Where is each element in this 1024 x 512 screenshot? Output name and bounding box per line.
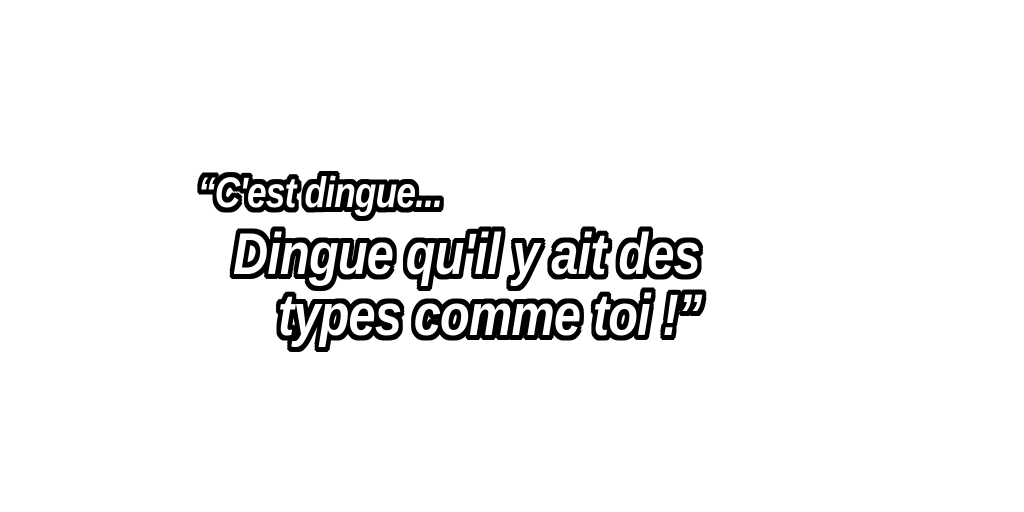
quote-line-3: types comme toi !” <box>278 283 702 348</box>
quote-canvas: “C'est dingue... Dingue qu'il y ait des … <box>0 0 1024 512</box>
quote-line-2: Dingue qu'il y ait des <box>233 222 701 287</box>
quote-line-1: “C'est dingue... <box>198 169 443 217</box>
